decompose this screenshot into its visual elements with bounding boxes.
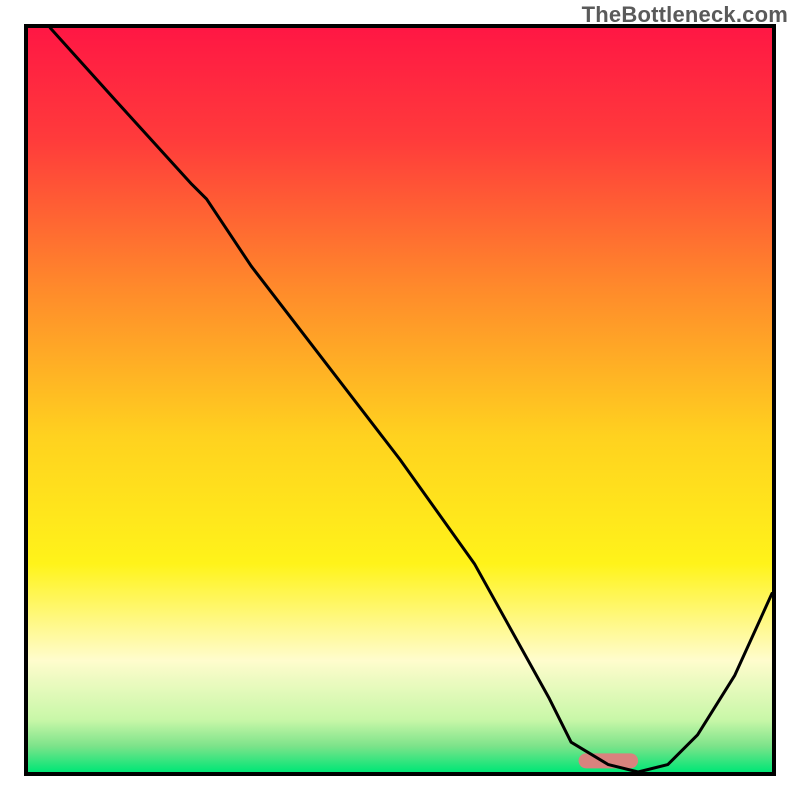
chart-container: TheBottleneck.com xyxy=(0,0,800,800)
bottleneck-chart xyxy=(0,0,800,800)
watermark-text: TheBottleneck.com xyxy=(582,2,788,28)
plot-background xyxy=(28,28,772,772)
